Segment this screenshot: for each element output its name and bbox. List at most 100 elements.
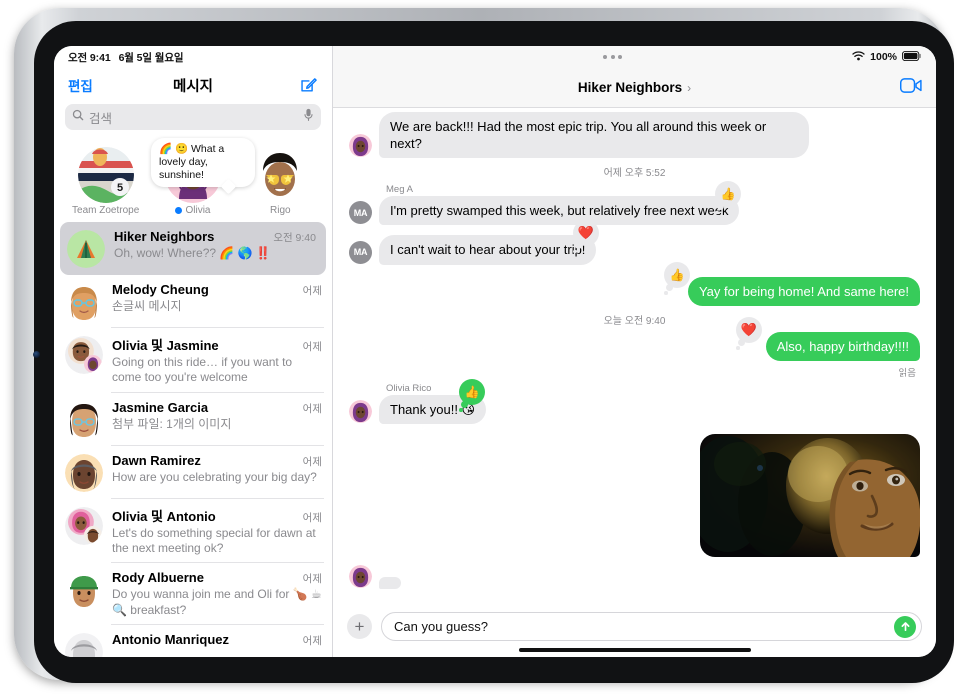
conversation-row-dawn-ramirez[interactable]: Dawn Ramirez 어제 How are you celebrating … xyxy=(54,446,332,499)
page-title: 메시지 xyxy=(172,78,214,95)
conversation-time: 어제 xyxy=(302,341,322,353)
battery-full-icon xyxy=(902,50,922,64)
conversation-body: Rody Albuerne 어제 Do you wanna join me an… xyxy=(112,570,322,618)
message-row: 👍 Yay for being home! And same here! xyxy=(349,261,926,306)
tapback-heart[interactable]: ❤️ xyxy=(573,220,599,254)
multitasking-dots-icon[interactable] xyxy=(333,55,852,59)
message-row: Thank you!! 😘 👍 xyxy=(349,378,920,425)
tapback-thumbsup[interactable]: 👍 xyxy=(459,378,485,412)
message-group: Meg A MA I'm pretty swamped this week, b… xyxy=(349,181,920,226)
message-row: ❤️ Also, happy birthday!!!! xyxy=(349,316,926,362)
edit-button[interactable]: 편집 xyxy=(68,75,93,95)
message-group xyxy=(349,565,920,590)
conversation-snippet: Let's do something special for dawn at t… xyxy=(112,525,316,556)
home-indicator xyxy=(518,648,751,652)
message-bubble[interactable]: Also, happy birthday!!!! xyxy=(765,331,926,362)
conversation-time: 어제 xyxy=(302,573,322,586)
avatar-initials: MA xyxy=(349,201,372,225)
conversation-row-rody-albuerne[interactable]: Rody Albuerne 어제 Do you wanna join me an… xyxy=(54,563,332,626)
message-composer: + Can you guess? xyxy=(333,606,936,645)
conversation-time: 어제 xyxy=(302,455,322,468)
battery-percent-label: 100% xyxy=(870,51,897,63)
message-bubble[interactable]: I can't wait to hear about your trip! xyxy=(373,235,597,265)
conversation-name: Jasmine Garcia xyxy=(112,399,209,415)
conversation-time: 어제 xyxy=(302,635,322,648)
pinned-label-rigo: Rigo xyxy=(270,205,291,216)
photo-attachment[interactable] xyxy=(700,434,920,558)
send-arrow-up-icon[interactable] xyxy=(894,615,916,638)
avatar xyxy=(65,400,103,439)
microphone-icon[interactable] xyxy=(303,108,314,127)
unread-dot-icon xyxy=(175,207,183,214)
conversation-snippet: Do you wanna join me and Oli for 🍗 ☕ 🔍 b… xyxy=(112,587,322,617)
pinned-avatar-rigo xyxy=(252,147,309,203)
search-icon xyxy=(72,108,84,126)
conversation-name: Rody Albuerne xyxy=(112,570,204,586)
conversation-body: Antonio Manriquez 어제 xyxy=(112,632,322,648)
conversation-body: Olivia 및 Jasmine 어제 Going on this ride… … xyxy=(112,335,322,386)
conversation-title[interactable]: Hiker Neighbors › xyxy=(333,80,936,95)
status-bar-left: 오전 9:41 6월 5일 월요일 xyxy=(54,46,332,68)
conversation-title-text: Hiker Neighbors xyxy=(577,80,683,95)
pinned-item-team-zoetrope[interactable]: 5 Team Zoetrope xyxy=(67,147,145,216)
message-timestamp: 어제 오후 5:52 xyxy=(603,168,666,180)
message-row xyxy=(349,565,920,590)
message-input[interactable]: Can you guess? xyxy=(381,612,922,641)
conversation-name: Antonio Manriquez xyxy=(112,632,229,648)
conversation-list[interactable]: Hiker Neighbors 오전 9:40 Oh, wow! Where??… xyxy=(54,222,332,657)
search-input[interactable]: 검색 xyxy=(65,104,321,130)
compose-icon[interactable] xyxy=(299,76,318,95)
avatar-initials-text: MA xyxy=(349,201,372,225)
avatar-initials-text: MA xyxy=(349,240,372,264)
conversation-row-antonio-manriquez[interactable]: Antonio Manriquez 어제 xyxy=(54,625,332,657)
conversation-time: 어제 xyxy=(302,511,322,524)
pinned-label-team-zoetrope: Team Zoetrope xyxy=(72,205,140,216)
read-receipt: 읽음 xyxy=(898,367,916,379)
ipad-device-frame: 오전 9:41 6월 5일 월요일 편집 메시지 검색 5 Team Zoetr… xyxy=(14,8,954,683)
conversation-pane: 100% Hiker Neighbors › We are back!!! Ha… xyxy=(333,46,936,657)
conversation-body: Olivia 및 Antonio 어제 Let's do something s… xyxy=(112,506,322,557)
conversation-name: Dawn Ramirez xyxy=(112,452,201,468)
conversation-row-melody-cheung[interactable]: Melody Cheung 어제 손글씨 메시지 xyxy=(54,275,332,328)
plus-icon[interactable]: + xyxy=(347,614,372,639)
conversation-body: Hiker Neighbors 오전 9:40 Oh, wow! Where??… xyxy=(114,229,316,261)
status-date: 6월 5일 월요일 xyxy=(118,51,184,64)
ipad-screen: 오전 9:41 6월 5일 월요일 편집 메시지 검색 5 Team Zoetr… xyxy=(54,46,936,657)
facetime-video-icon[interactable] xyxy=(900,77,922,98)
avatar xyxy=(65,633,103,657)
message-bubble[interactable] xyxy=(374,575,401,590)
conversation-row-olivia-jasmine[interactable]: Olivia 및 Jasmine 어제 Going on this ride… … xyxy=(54,328,332,393)
wifi-icon xyxy=(852,50,865,64)
avatar xyxy=(65,506,103,545)
avatar xyxy=(349,400,372,424)
avatar-initials: MA xyxy=(349,240,372,264)
message-row-image xyxy=(349,434,920,558)
avatar xyxy=(65,283,103,321)
message-bubble[interactable]: Yay for being home! And same here! xyxy=(687,276,926,306)
conversation-row-hiker-neighbors[interactable]: Hiker Neighbors 오전 9:40 Oh, wow! Where??… xyxy=(60,222,326,275)
conversation-snippet: 첨부 파일: 1개의 이미지 xyxy=(112,416,232,431)
message-row: MA I'm pretty swamped this week, but rel… xyxy=(349,181,920,226)
conversation-name: Olivia 및 Jasmine xyxy=(112,338,219,353)
conversation-name: Melody Cheung xyxy=(112,282,209,297)
message-bubble[interactable]: We are back!!! Had the most epic trip. Y… xyxy=(374,112,809,159)
message-thread[interactable]: We are back!!! Had the most epic trip. Y… xyxy=(333,108,936,606)
conversation-body: Dawn Ramirez 어제 How are you celebrating … xyxy=(112,453,322,485)
message-group: Olivia Rico Thank you!! 😘 👍 xyxy=(349,378,920,425)
messages-sidebar: 오전 9:41 6월 5일 월요일 편집 메시지 검색 5 Team Zoetr… xyxy=(54,46,333,657)
conversation-row-olivia-antonio[interactable]: Olivia 및 Antonio 어제 Let's do something s… xyxy=(54,499,332,564)
message-timestamp: 오늘 오전 9:40 xyxy=(603,315,666,327)
message-bubble[interactable]: I'm pretty swamped this week, but relati… xyxy=(373,196,740,226)
message-row: We are back!!! Had the most epic trip. Y… xyxy=(349,112,920,159)
chevron-right-icon: › xyxy=(687,80,692,95)
conversation-snippet: Going on this ride… if you want to come … xyxy=(112,355,293,385)
tapback-thumbsup[interactable]: 👍 xyxy=(664,261,690,295)
sidebar-nav-bar: 편집 메시지 xyxy=(54,68,332,102)
svg-text:5: 5 xyxy=(117,182,123,194)
conversation-row-jasmine-garcia[interactable]: Jasmine Garcia 어제 첨부 파일: 1개의 이미지 xyxy=(54,393,332,446)
avatar xyxy=(65,571,103,610)
pinned-preview-bubble: 🌈 🙂 What a lovely day, sunshine! xyxy=(151,138,255,188)
tapback-heart[interactable]: ❤️ xyxy=(736,316,762,350)
pinned-label-olivia: Olivia xyxy=(154,205,232,216)
search-container: 검색 xyxy=(54,102,332,136)
